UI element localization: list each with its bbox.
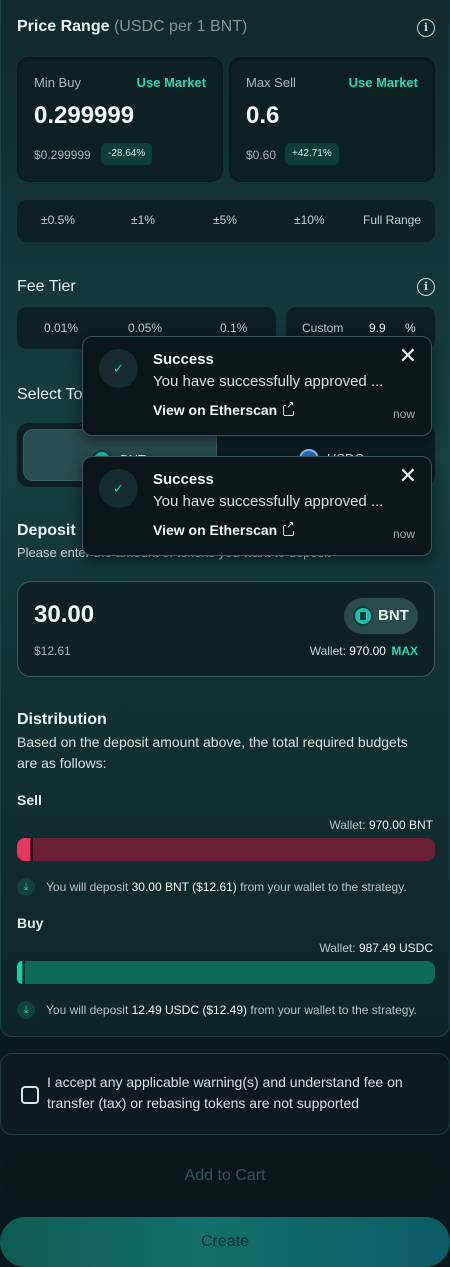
sell-budget-bar <box>17 838 435 861</box>
max-sell-use-market-button[interactable]: Use Market <box>349 75 418 90</box>
buy-deposit-note: You will deposit 12.49 USDC ($12.49) fro… <box>46 1003 417 1017</box>
sell-budget-divider <box>31 838 33 861</box>
close-icon[interactable]: ✕ <box>399 465 417 487</box>
buy-note-suffix: from your wallet to the strategy. <box>250 1003 417 1017</box>
min-buy-use-market-button[interactable]: Use Market <box>137 75 206 90</box>
sell-note-prefix: You will deposit <box>46 880 129 894</box>
range-option-full[interactable]: Full Range <box>363 213 421 227</box>
min-buy-input[interactable]: 0.299999 <box>34 102 134 130</box>
toast-message: You have successfully approved ... <box>153 373 384 390</box>
accept-terms-line-1: I accept any applicable warning(s) and u… <box>47 1074 403 1090</box>
distribution-title: Distribution <box>17 711 107 728</box>
range-option-0-5[interactable]: ±0.5% <box>41 213 75 227</box>
accept-terms-box: I accept any applicable warning(s) and u… <box>0 1053 450 1135</box>
sell-deposit-note: You will deposit 30.00 BNT ($12.61) from… <box>46 880 407 894</box>
distribution-desc-1: Based on the deposit amount above, the t… <box>17 734 408 750</box>
deposit-usd: $12.61 <box>34 644 71 658</box>
deposit-amount-box[interactable]: 30.00 BNT $12.61 Wallet: 970.00 MAX <box>17 581 435 677</box>
bnt-icon <box>353 606 373 626</box>
toast-time: now <box>392 527 415 541</box>
buy-wallet-label: Wallet: <box>319 941 356 955</box>
sell-wallet: Wallet: 970.00 BNT <box>329 818 433 832</box>
min-buy-usd: $0.299999 <box>34 148 91 162</box>
fee-option-0-05[interactable]: 0.05% <box>128 321 162 335</box>
check-icon: ✓ <box>99 469 138 508</box>
fee-tier-title: Fee Tier <box>17 278 76 295</box>
max-sell-card[interactable]: Max Sell Use Market 0.6 $0.60 +42.71% <box>229 57 435 182</box>
accept-terms-checkbox[interactable] <box>21 1086 39 1104</box>
min-buy-card[interactable]: Min Buy Use Market 0.299999 $0.299999 -2… <box>17 57 223 182</box>
range-option-5[interactable]: ±5% <box>213 213 237 227</box>
deposit-token-selector[interactable]: BNT <box>344 598 418 634</box>
price-range-unit: (USDC per 1 BNT) <box>113 18 248 35</box>
select-token-title: Select To <box>17 386 83 403</box>
sell-budget-fill <box>17 838 30 861</box>
buy-note-prefix: You will deposit <box>46 1003 129 1017</box>
fee-custom-unit: % <box>405 321 416 335</box>
max-sell-usd: $0.60 <box>246 148 277 162</box>
check-icon: ✓ <box>99 349 138 388</box>
deposit-max-button[interactable]: MAX <box>391 644 418 658</box>
buy-wallet: Wallet: 987.49 USDC <box>319 941 433 955</box>
toast-title: Success <box>153 471 214 488</box>
fee-custom-label: Custom <box>302 321 344 335</box>
price-range-title-text: Price Range <box>17 18 110 35</box>
toast-title: Success <box>153 351 214 368</box>
distribution-desc-2: are as follows: <box>17 755 107 771</box>
add-to-cart-button[interactable]: Add to Cart <box>0 1151 450 1201</box>
toast-notification: ✓ Success You have successfully approved… <box>82 336 432 436</box>
deposit-title: Deposit <box>17 522 76 539</box>
download-icon: ⤓ <box>17 1001 35 1019</box>
deposit-wallet-label: Wallet: <box>309 644 346 658</box>
deposit-token-label: BNT <box>378 607 409 624</box>
info-icon[interactable]: i <box>417 278 435 296</box>
external-link-icon[interactable] <box>283 400 295 416</box>
toast-notification: ✓ Success You have successfully approved… <box>82 456 432 556</box>
download-icon: ⤓ <box>17 878 35 896</box>
buy-budget-bar <box>17 961 435 984</box>
max-sell-input[interactable]: 0.6 <box>246 102 279 130</box>
deposit-wallet: Wallet: 970.00 MAX <box>310 644 418 658</box>
info-icon[interactable]: i <box>417 19 435 37</box>
sell-wallet-value: 970.00 BNT <box>368 818 433 832</box>
sell-note-amount: 30.00 BNT ($12.61) <box>131 880 237 894</box>
fee-custom-input[interactable]: 9.9 <box>369 321 386 335</box>
max-sell-label: Max Sell <box>246 75 296 90</box>
range-option-1[interactable]: ±1% <box>131 213 155 227</box>
buy-note-amount: 12.49 USDC ($12.49) <box>131 1003 248 1017</box>
toast-message: You have successfully approved ... <box>153 493 384 510</box>
buy-budget-divider <box>23 961 25 984</box>
accept-terms-line-2: transfer (tax) or rebasing tokens are no… <box>47 1095 360 1111</box>
price-range-title: Price Range (USDC per 1 BNT) <box>17 18 247 36</box>
range-options: ±0.5% ±1% ±5% ±10% Full Range <box>17 200 435 242</box>
sell-label: Sell <box>17 792 42 808</box>
buy-label: Buy <box>17 915 44 931</box>
buy-budget-fill <box>17 961 22 984</box>
deposit-wallet-value: 970.00 <box>349 644 386 658</box>
create-button[interactable]: Create <box>0 1217 450 1267</box>
close-icon[interactable]: ✕ <box>399 345 417 367</box>
toast-etherscan-link[interactable]: View on Etherscan <box>153 522 277 538</box>
fee-option-0-1[interactable]: 0.1% <box>220 321 247 335</box>
min-buy-change-badge: -28.64% <box>101 143 153 165</box>
range-option-10[interactable]: ±10% <box>294 213 325 227</box>
sell-note-suffix: from your wallet to the strategy. <box>240 880 407 894</box>
deposit-amount-input[interactable]: 30.00 <box>34 601 94 629</box>
max-sell-change-badge: +42.71% <box>285 143 339 165</box>
toast-time: now <box>392 407 415 421</box>
sell-wallet-label: Wallet: <box>329 818 366 832</box>
min-buy-label: Min Buy <box>34 75 81 90</box>
buy-wallet-value: 987.49 USDC <box>358 941 433 955</box>
fee-option-0-01[interactable]: 0.01% <box>44 321 78 335</box>
external-link-icon[interactable] <box>283 520 295 536</box>
toast-etherscan-link[interactable]: View on Etherscan <box>153 402 277 418</box>
